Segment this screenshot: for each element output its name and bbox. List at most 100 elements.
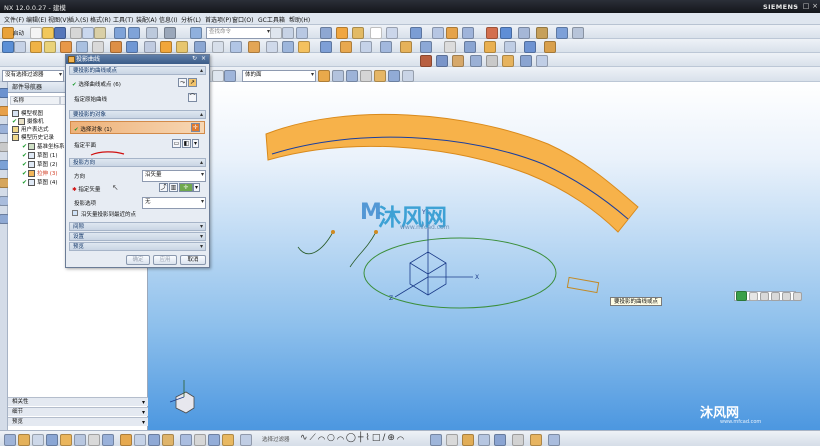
moon-icon[interactable] [760,291,769,301]
grid-icon[interactable] [282,27,294,39]
status-icon-16[interactable] [222,434,234,446]
cut-icon[interactable] [70,27,82,39]
specify-plane-row[interactable]: 指定平面 [74,141,96,149]
draft-icon[interactable] [340,41,352,53]
project-to-nearest-checkbox[interactable] [72,210,78,216]
composite-curve-icon[interactable] [520,55,532,67]
mirror-icon[interactable] [248,41,260,53]
panel-dependencies[interactable]: 相关性 ▾ [8,397,148,406]
menu-view[interactable]: 视图(V) [48,15,69,24]
origin-curve-icon[interactable]: ⌒ [188,93,197,102]
tree-item-user-expressions[interactable]: 用户表达式 [12,125,49,133]
intersect-icon[interactable] [298,41,310,53]
select-curve-button[interactable]: ↗ [188,78,197,87]
status-icon-13[interactable] [180,434,192,446]
column-header-name[interactable]: 名称 [10,96,60,105]
panel-preview[interactable]: 预览 ▾ [8,417,148,426]
reverse-direction-icon[interactable]: ⤴ [159,183,168,192]
surface-icon[interactable] [462,27,474,39]
extrude-icon[interactable] [336,27,348,39]
shell-icon[interactable] [194,41,206,53]
maximize-button[interactable]: □ [802,3,810,10]
chevron-down-icon[interactable]: ▾ [193,183,200,192]
select-object-button[interactable]: ✛ [191,123,200,132]
spline-icon[interactable] [436,55,448,67]
measure-icon[interactable] [144,41,156,53]
status-icon-22[interactable] [494,434,506,446]
punct-icon[interactable] [771,291,780,301]
status-icon-24[interactable] [530,434,542,446]
new-icon[interactable] [30,27,42,39]
start-label[interactable]: 启动 [13,29,24,37]
status-icon-25[interactable] [548,434,560,446]
search-icon[interactable] [270,27,282,39]
menu-tools[interactable]: 工具(T) [113,15,133,24]
studio-surface-icon[interactable] [504,41,516,53]
copy-icon[interactable] [82,27,94,39]
orient-icon[interactable] [126,41,138,53]
tree-item-sketch-4[interactable]: ✔ 草图 (4) [22,178,58,186]
open-icon[interactable] [42,27,54,39]
status-icon-7[interactable] [88,434,100,446]
trim-curve-icon[interactable] [536,55,548,67]
unite-icon[interactable] [266,41,278,53]
snap-center-icon[interactable] [346,70,358,82]
status-icon-20[interactable] [462,434,474,446]
paste-icon[interactable] [94,27,106,39]
menu-insert[interactable]: 插入(S) [68,15,89,24]
line-icon[interactable] [572,27,584,39]
grid-icon[interactable] [793,291,802,301]
ok-button[interactable]: 确定 [126,255,150,265]
undo-icon[interactable] [114,27,126,39]
hole-icon[interactable] [212,41,224,53]
tree-item-cameras[interactable]: ✔ 摄像机 [12,117,44,125]
offset-curve-icon[interactable] [518,27,530,39]
panel-details[interactable]: 细节 ▾ [8,407,148,416]
section-curves[interactable]: 要投影的曲线或点 ▴ [69,66,206,75]
status-icon-3[interactable] [32,434,44,446]
select-curve-row[interactable]: ✔ 选择曲线或点 (6) [72,80,121,88]
command-finder-input[interactable]: 查找命令 [206,27,272,39]
snap-midpoint-icon[interactable] [332,70,344,82]
sketch-icon[interactable] [296,27,308,39]
select-icon[interactable] [146,27,158,39]
cancel-button[interactable]: 取消 [180,255,206,265]
status-icon-11[interactable] [148,434,160,446]
render-icon[interactable] [60,41,72,53]
status-icon-6[interactable] [74,434,86,446]
menu-gc-toolbox[interactable]: GC工具箱 [258,15,285,24]
snap-quadrant-icon[interactable] [374,70,386,82]
inferred-vector-icon[interactable]: ✛ [179,183,193,192]
selection-scope-select[interactable]: 体的面 [242,70,316,82]
save-icon[interactable] [54,27,66,39]
synchronous-icon[interactable] [444,41,456,53]
status-icon-12[interactable] [162,434,174,446]
arc-icon[interactable] [420,55,432,67]
extract-curve-icon[interactable] [502,55,514,67]
status-icon-21[interactable] [478,434,490,446]
blend-icon[interactable] [160,41,172,53]
sketch-tools-strip[interactable]: ∿⟋⌒○⌒◯┼⌇□∕⊕⌒ [300,433,406,443]
section-direction[interactable]: 投影方向 ▴ [69,158,206,167]
tree-item-sketch-2[interactable]: ✔ 草图 (2) [22,160,58,168]
chevron-down-icon[interactable]: ▾ [192,139,199,148]
offset-face-icon[interactable] [360,41,372,53]
close-button[interactable]: × [811,3,819,10]
graphics-window[interactable]: Y X Z 沐风网 M www.mfcad.com 沐风网 www.mfcad.… [148,82,820,430]
status-icon-5[interactable] [60,434,72,446]
project-curve-icon[interactable] [500,27,512,39]
vector-dialog-icon[interactable]: ▥ [169,183,178,192]
revolve-icon[interactable] [352,27,364,39]
n-sided-icon[interactable] [544,41,556,53]
menu-preferences[interactable]: 首选项(P) [205,15,231,24]
fit-icon[interactable] [14,41,26,53]
menu-edit[interactable]: 编辑(E) [26,15,46,24]
plane-icon[interactable]: ◧ [182,139,191,148]
sew-icon[interactable] [432,27,444,39]
status-icon-1[interactable] [4,434,16,446]
pattern-icon[interactable] [230,41,242,53]
through-curves-icon[interactable] [484,41,496,53]
status-icon-17[interactable] [240,434,252,446]
tree-item-extrude-3[interactable]: ✔ 拉伸 (3) [22,169,58,177]
touch-mode-icon[interactable] [190,27,202,39]
